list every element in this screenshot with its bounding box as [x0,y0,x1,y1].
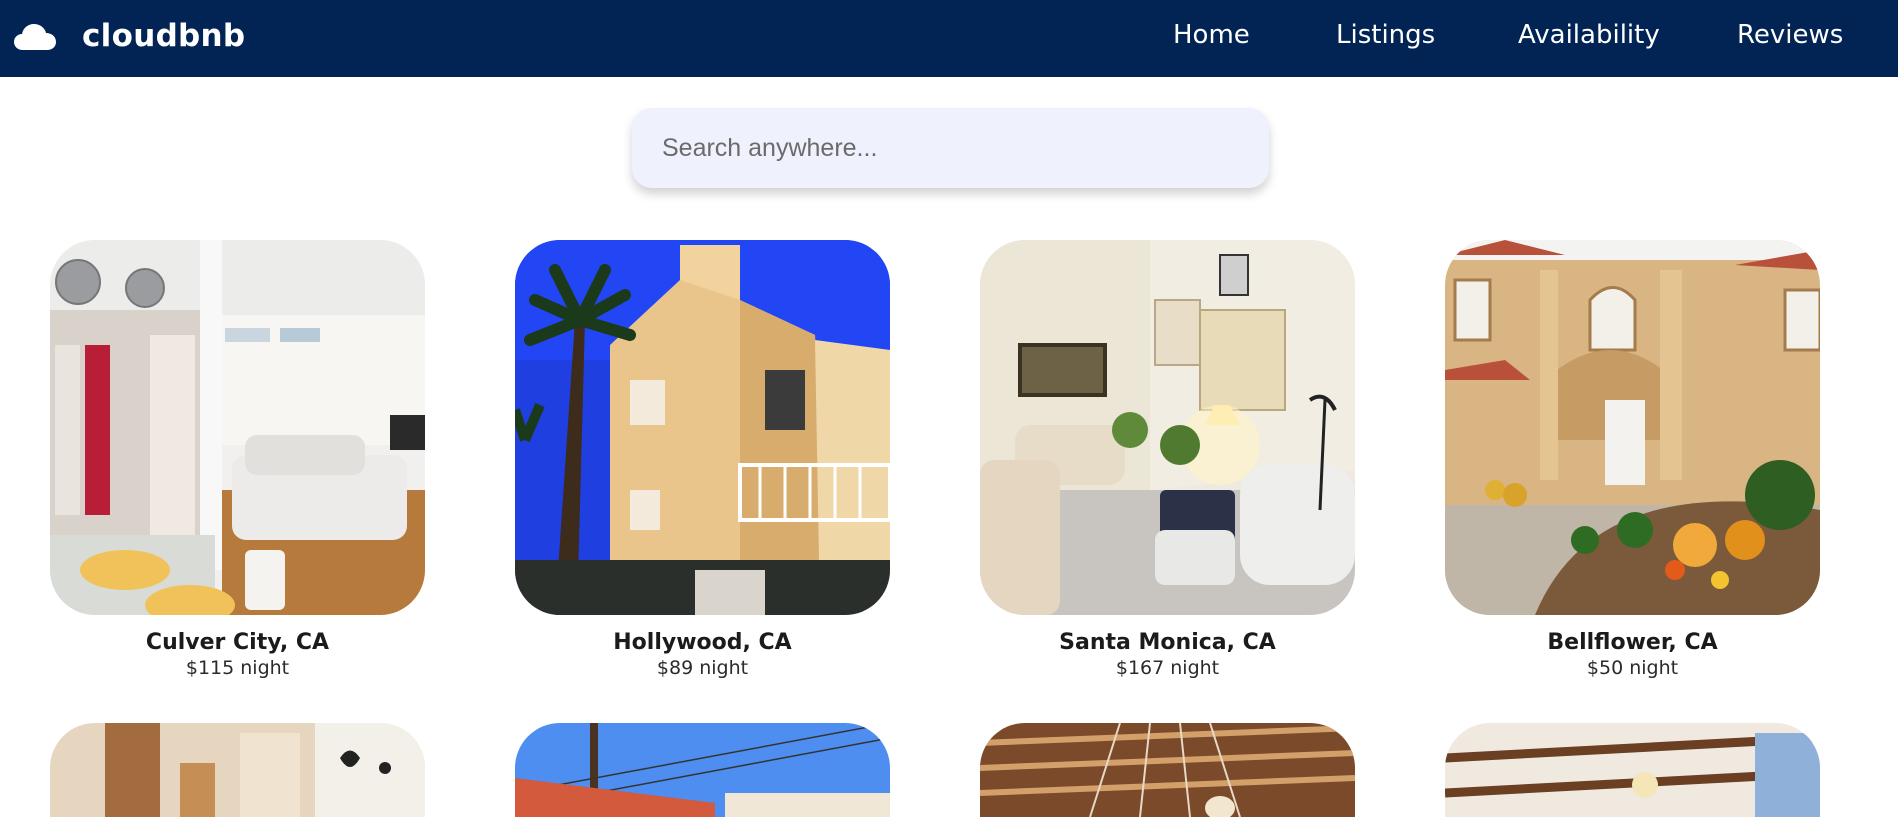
listing-card[interactable]: Santa Monica, CA $167 night [980,240,1355,679]
listing-price: $89 night [656,657,749,679]
top-navbar: cloudbnb Home Listings Availability Revi… [0,0,1898,77]
listing-photo[interactable] [515,723,890,817]
listing-photo[interactable] [50,240,425,615]
listing-card[interactable]: Bellflower, CA $50 night [1445,240,1820,679]
listing-price: $50 night [1586,657,1679,679]
nav-home-link[interactable]: Home [1173,20,1250,50]
nav-listings-link[interactable]: Listings [1336,20,1435,50]
listing-location: Santa Monica, CA [1059,630,1276,655]
listing-photo[interactable] [1445,723,1820,817]
listing-photo[interactable] [50,723,425,817]
nav-links: Home Listings Availability Reviews [0,0,1898,77]
listing-photo[interactable] [980,240,1355,615]
listing-card[interactable] [1445,723,1820,817]
listing-location: Bellflower, CA [1547,630,1718,655]
search-input[interactable] [632,108,1269,188]
listing-location: Culver City, CA [145,630,330,655]
nav-reviews-link[interactable]: Reviews [1737,20,1843,50]
listing-photo[interactable] [515,240,890,615]
listing-card[interactable] [50,723,425,817]
listing-price: $167 night [1115,657,1220,679]
listing-card[interactable]: Hollywood, CA $89 night [515,240,890,679]
listing-photo[interactable] [1445,240,1820,615]
nav-availability-link[interactable]: Availability [1518,20,1660,50]
search-bar [632,108,1269,188]
listing-price: $115 night [185,657,290,679]
listing-card[interactable] [515,723,890,817]
listing-photo[interactable] [980,723,1355,817]
listing-card[interactable] [980,723,1355,817]
listing-location: Hollywood, CA [613,630,792,655]
listing-card[interactable]: Culver City, CA $115 night [50,240,425,679]
